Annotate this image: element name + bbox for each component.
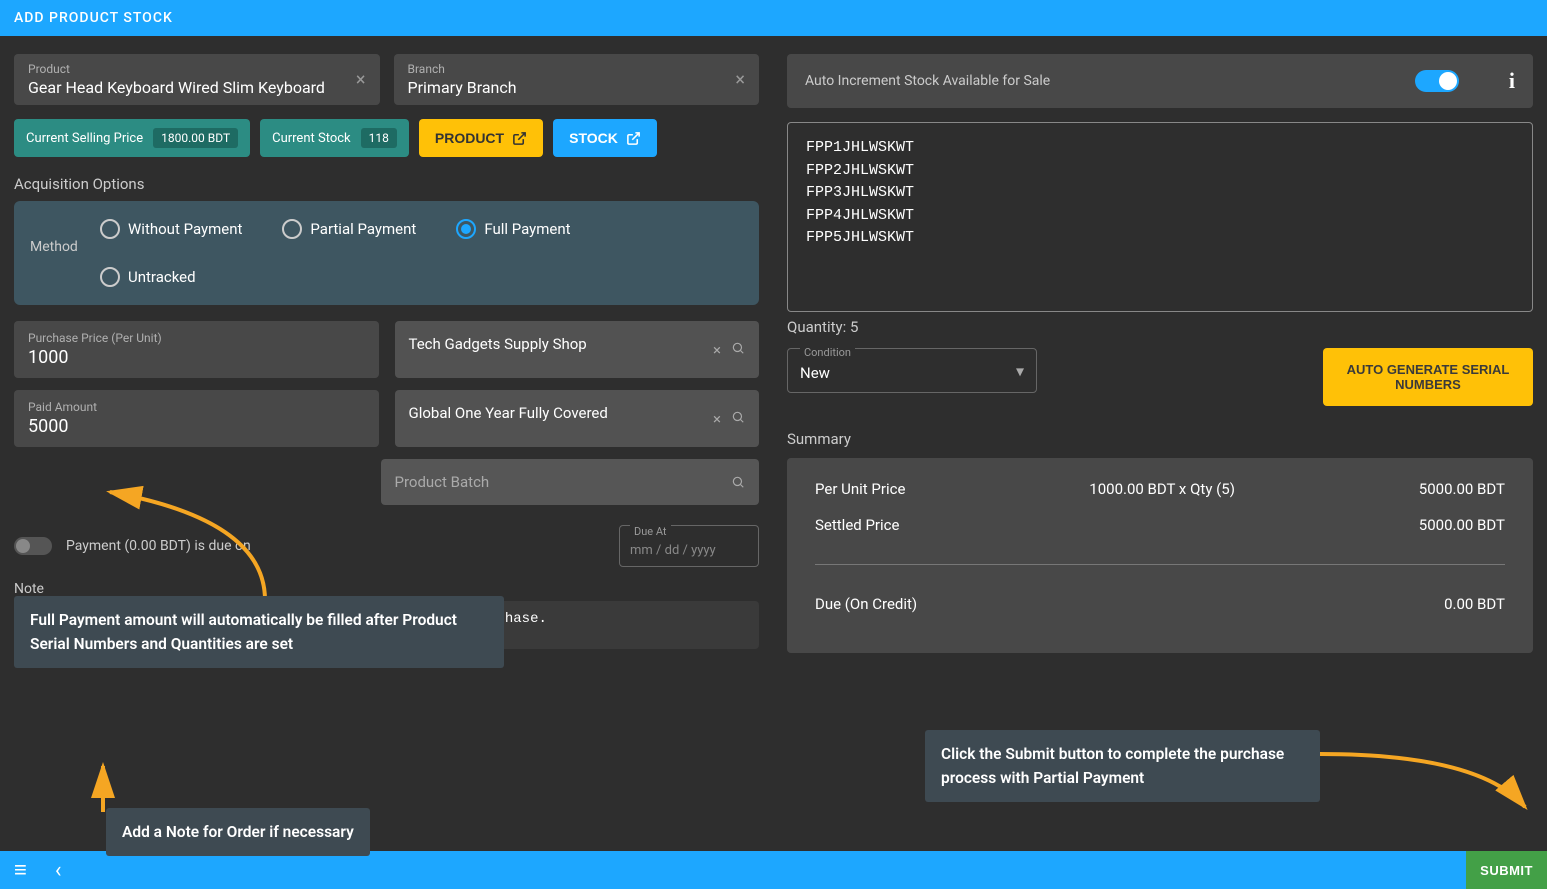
chevron-down-icon: ▾ <box>1016 361 1024 380</box>
purchase-price-input[interactable]: Purchase Price (Per Unit) 1000 <box>14 321 379 378</box>
payment-due-label: Payment (0.00 BDT) is due on <box>66 538 251 554</box>
condition-label: Condition <box>800 346 855 359</box>
product-batch-select[interactable]: Product Batch <box>381 459 760 505</box>
per-unit-label: Per Unit Price <box>815 480 905 498</box>
warranty-value: Global One Year Fully Covered <box>409 404 608 422</box>
due-label: Due (On Credit) <box>815 595 917 613</box>
search-icon[interactable] <box>731 475 745 489</box>
right-column: Auto Increment Stock Available for Sale … <box>787 54 1533 841</box>
selling-price-chip: Current Selling Price 1800.00 BDT <box>14 119 250 157</box>
paid-amount-input[interactable]: Paid Amount 5000 <box>14 390 379 447</box>
branch-value: Primary Branch <box>408 78 517 97</box>
submit-button[interactable]: SUBMIT <box>1466 851 1547 889</box>
condition-value: New <box>800 364 1024 382</box>
purchase-price-label: Purchase Price (Per Unit) <box>28 331 365 345</box>
product-field[interactable]: Product Gear Head Keyboard Wired Slim Ke… <box>14 54 380 105</box>
divider <box>815 564 1505 565</box>
due-value: 0.00 BDT <box>1444 595 1505 613</box>
stock-button[interactable]: STOCK <box>553 119 657 157</box>
top-bar: ADD PRODUCT STOCK <box>0 0 1547 36</box>
stock-button-label: STOCK <box>569 130 618 146</box>
callout-payment-auto: Full Payment amount will automatically b… <box>14 596 504 668</box>
radio-full-payment[interactable]: Full Payment <box>456 219 570 239</box>
auto-generate-button[interactable]: AUTO GENERATE SERIAL NUMBERS <box>1323 348 1533 406</box>
product-label: Product <box>28 62 366 76</box>
settled-label: Settled Price <box>815 516 899 534</box>
radio-label: Without Payment <box>128 220 242 238</box>
radio-label: Full Payment <box>484 220 570 238</box>
auto-increment-toggle[interactable] <box>1415 70 1459 92</box>
auto-increment-row: Auto Increment Stock Available for Sale … <box>787 54 1533 108</box>
summary-title: Summary <box>787 430 1533 448</box>
purchase-price-value: 1000 <box>28 347 68 368</box>
external-link-icon <box>626 131 641 146</box>
due-at-label: Due At <box>630 525 671 538</box>
radio-partial-payment[interactable]: Partial Payment <box>282 219 416 239</box>
submit-label: SUBMIT <box>1480 863 1533 878</box>
settled-value: 5000.00 BDT <box>1419 516 1505 534</box>
main-content: Product Gear Head Keyboard Wired Slim Ke… <box>0 36 1547 851</box>
clear-branch-icon[interactable]: × <box>735 69 745 90</box>
product-button-label: PRODUCT <box>435 130 504 146</box>
product-button[interactable]: PRODUCT <box>419 119 543 157</box>
summary-box: Per Unit Price 1000.00 BDT x Qty (5) 500… <box>787 458 1533 653</box>
info-icon[interactable]: i <box>1509 68 1515 94</box>
branch-field[interactable]: Branch Primary Branch × <box>394 54 760 105</box>
paid-amount-value: 5000 <box>28 416 68 437</box>
due-at-placeholder: mm / dd / yyyy <box>630 543 748 558</box>
current-stock-chip: Current Stock 118 <box>260 119 409 157</box>
search-icon[interactable] <box>731 410 745 424</box>
radio-label: Untracked <box>128 268 196 286</box>
callout-note-hint: Add a Note for Order if necessary <box>106 808 370 856</box>
serial-numbers-box[interactable]: FPP1JHLWSKWTFPP2JHLWSKWTFPP3JHLWSKWTFPP4… <box>787 122 1533 312</box>
per-unit-total: 5000.00 BDT <box>1419 480 1505 498</box>
menu-icon[interactable]: ≡ <box>14 857 27 883</box>
clear-icon[interactable]: × <box>713 341 721 359</box>
external-link-icon <box>512 131 527 146</box>
selling-price-value: 1800.00 BDT <box>153 128 238 148</box>
due-at-input[interactable]: Due At mm / dd / yyyy <box>619 525 759 567</box>
clear-product-icon[interactable]: × <box>356 69 366 90</box>
acquisition-title: Acquisition Options <box>14 175 759 193</box>
radio-without-payment[interactable]: Without Payment <box>100 219 242 239</box>
quantity-label: Quantity: 5 <box>787 318 1533 336</box>
warranty-select[interactable]: Global One Year Fully Covered × <box>395 390 760 447</box>
radio-circle-icon <box>100 267 120 287</box>
page-title: ADD PRODUCT STOCK <box>14 10 173 26</box>
payment-due-toggle[interactable] <box>14 537 52 555</box>
clear-icon[interactable]: × <box>713 410 721 428</box>
note-label: Note <box>14 581 759 597</box>
radio-circle-icon <box>100 219 120 239</box>
auto-generate-label: AUTO GENERATE SERIAL NUMBERS <box>1343 362 1513 392</box>
method-label: Method <box>30 219 90 287</box>
paid-amount-label: Paid Amount <box>28 400 365 414</box>
search-icon[interactable] <box>731 341 745 355</box>
callout-submit-hint: Click the Submit button to complete the … <box>925 730 1320 802</box>
radio-untracked[interactable]: Untracked <box>100 267 706 287</box>
condition-select[interactable]: Condition New ▾ <box>787 348 1037 393</box>
bottom-bar: ≡ ‹ SUBMIT <box>0 851 1547 889</box>
radio-label: Partial Payment <box>310 220 416 238</box>
product-value: Gear Head Keyboard Wired Slim Keyboard <box>28 78 325 97</box>
supplier-value: Tech Gadgets Supply Shop <box>409 335 587 353</box>
radio-circle-selected-icon <box>456 219 476 239</box>
batch-placeholder: Product Batch <box>395 473 490 491</box>
supplier-select[interactable]: Tech Gadgets Supply Shop × <box>395 321 760 378</box>
radio-circle-icon <box>282 219 302 239</box>
selling-price-label: Current Selling Price <box>26 131 143 146</box>
left-column: Product Gear Head Keyboard Wired Slim Ke… <box>14 54 759 841</box>
back-icon[interactable]: ‹ <box>55 858 62 883</box>
auto-increment-label: Auto Increment Stock Available for Sale <box>805 73 1050 89</box>
current-stock-value: 118 <box>361 128 397 148</box>
method-panel: Method Without Payment Partial Payment F… <box>14 201 759 305</box>
branch-label: Branch <box>408 62 746 76</box>
current-stock-label: Current Stock <box>272 131 351 146</box>
per-unit-calc: 1000.00 BDT x Qty (5) <box>1089 480 1235 498</box>
